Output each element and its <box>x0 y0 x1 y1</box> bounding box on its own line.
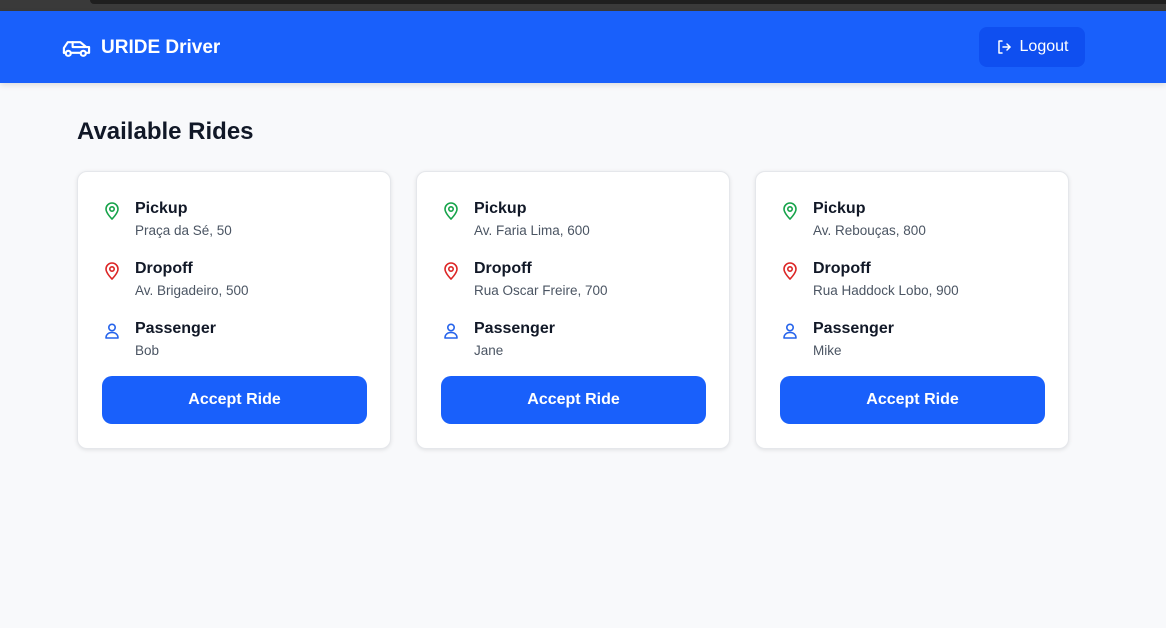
ride-card: Pickup Av. Rebouças, 800 Dropoff Rua Had… <box>755 171 1069 449</box>
pickup-address: Praça da Sé, 50 <box>135 223 232 238</box>
pickup-address: Av. Rebouças, 800 <box>813 223 926 238</box>
dropoff-label: Dropoff <box>813 260 871 277</box>
pickup-label: Pickup <box>813 200 866 217</box>
logout-label: Logout <box>1019 38 1069 55</box>
pickup-row: Pickup Praça da Sé, 50 <box>102 199 232 240</box>
dropoff-label: Dropoff <box>135 260 193 277</box>
logout-button[interactable]: Logout <box>979 27 1085 67</box>
map-pin-icon <box>102 201 122 221</box>
logout-icon <box>996 39 1012 55</box>
dropoff-row: Dropoff Rua Oscar Freire, 700 <box>441 259 608 300</box>
passenger-name: Mike <box>813 343 842 358</box>
passenger-name: Bob <box>135 343 160 358</box>
passenger-name: Jane <box>474 343 504 358</box>
map-pin-icon <box>780 261 800 281</box>
map-pin-icon <box>780 201 800 221</box>
browser-chrome-strip <box>0 0 1166 11</box>
dropoff-row: Dropoff Av. Brigadeiro, 500 <box>102 259 249 300</box>
ride-card: Pickup Praça da Sé, 50 Dropoff Av. Briga… <box>77 171 391 449</box>
dropoff-address: Rua Oscar Freire, 700 <box>474 283 608 298</box>
passenger-label: Passenger <box>135 320 216 337</box>
map-pin-icon <box>441 201 461 221</box>
passenger-label: Passenger <box>813 320 894 337</box>
user-icon <box>441 321 461 341</box>
user-icon <box>780 321 800 341</box>
pickup-label: Pickup <box>135 200 188 217</box>
map-pin-icon <box>102 261 122 281</box>
map-pin-icon <box>441 261 461 281</box>
dropoff-address: Av. Brigadeiro, 500 <box>135 283 249 298</box>
page-title: Available Rides <box>77 118 254 145</box>
pickup-row: Pickup Av. Faria Lima, 600 <box>441 199 590 240</box>
top-navbar: URIDE Driver Logout <box>0 11 1166 83</box>
ride-card: Pickup Av. Faria Lima, 600 Dropoff Rua O… <box>416 171 730 449</box>
passenger-row: Passenger Mike <box>780 319 894 360</box>
pickup-row: Pickup Av. Rebouças, 800 <box>780 199 926 240</box>
accept-ride-button[interactable]: Accept Ride <box>441 376 706 424</box>
pickup-label: Pickup <box>474 200 527 217</box>
brand[interactable]: URIDE Driver <box>61 34 220 62</box>
ride-cards: Pickup Praça da Sé, 50 Dropoff Av. Briga… <box>77 171 1069 449</box>
passenger-row: Passenger Bob <box>102 319 216 360</box>
dropoff-label: Dropoff <box>474 260 532 277</box>
user-icon <box>102 321 122 341</box>
accept-ride-button[interactable]: Accept Ride <box>780 376 1045 424</box>
passenger-label: Passenger <box>474 320 555 337</box>
car-icon <box>61 36 92 60</box>
app-title: URIDE Driver <box>101 37 221 58</box>
dropoff-row: Dropoff Rua Haddock Lobo, 900 <box>780 259 959 300</box>
browser-tab-edge <box>90 0 1166 4</box>
dropoff-address: Rua Haddock Lobo, 900 <box>813 283 959 298</box>
passenger-row: Passenger Jane <box>441 319 555 360</box>
accept-ride-button[interactable]: Accept Ride <box>102 376 367 424</box>
pickup-address: Av. Faria Lima, 600 <box>474 223 590 238</box>
